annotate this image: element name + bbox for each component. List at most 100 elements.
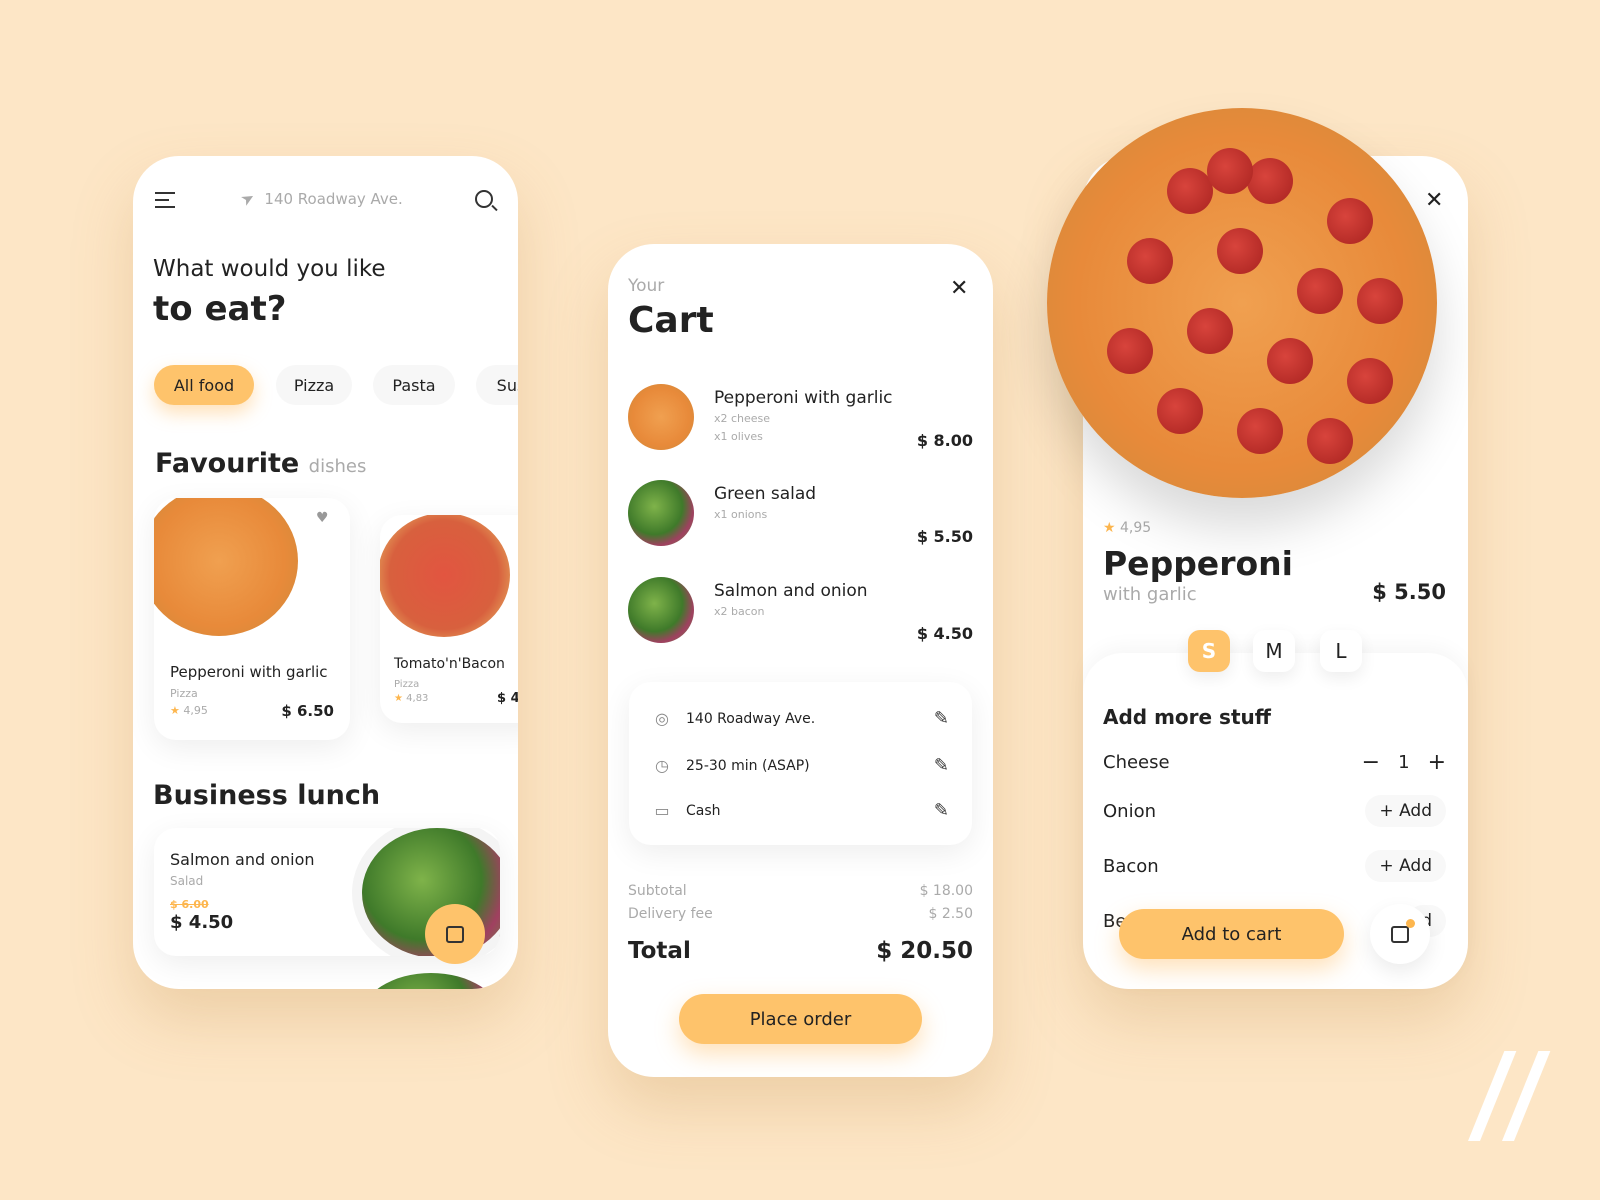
pepperoni-slice [1247,158,1293,204]
edit-icon[interactable]: ✎ [934,800,949,821]
pepperoni-slice [1187,308,1233,354]
star-icon: ★ [394,693,403,704]
size-s[interactable]: S [1188,630,1230,672]
cart-item-name: Salmon and onion [714,581,868,601]
chip-pizza[interactable]: Pizza [276,365,352,405]
delivery-label: Delivery fee [628,906,713,922]
address-row: ◎ 140 Roadway Ave. ✎ [652,708,949,729]
heart-icon[interactable]: ♥ [316,510,329,526]
dish-price: $ 4.50 [170,912,234,933]
close-icon[interactable]: ✕ [1425,188,1443,213]
rating: ★ 4,83 [394,693,429,704]
bag-icon [1391,918,1415,943]
extra-cheese: Cheese −1 + [1103,749,1446,775]
extra-bacon: Bacon + Add [1103,848,1446,884]
location-pin-icon: ◎ [655,709,669,728]
quantity: 1 [1398,751,1410,773]
item-image [628,384,694,450]
rating: ★ 4,95 [1103,520,1152,536]
dish-price: $ 6.50 [281,702,334,720]
subtotal-label: Subtotal [628,883,687,899]
pepperoni-slice [1347,358,1393,404]
cart-button[interactable] [1370,904,1430,964]
pepperoni-slice [1167,168,1213,214]
card-icon: ▭ [654,801,670,820]
total-label: Total [628,938,691,964]
add-to-cart-button[interactable]: Add to cart [1119,909,1344,959]
location[interactable]: ➤ 140 Roadway Ave. [237,187,403,210]
dish-title: Pepperoni [1103,544,1293,583]
dish-subtitle: with garlic [1103,584,1197,605]
payment-row: ▭ Cash ✎ [652,800,949,821]
home-screen: ➤ 140 Roadway Ave. What would you like t… [133,156,518,989]
bag-icon [446,925,464,943]
greeting: What would you like [153,256,386,282]
add-onion-button[interactable]: + Add [1365,795,1446,827]
delivery-value: $ 2.50 [928,906,973,922]
badge-dot [1406,918,1415,928]
minus-button[interactable]: − [1362,750,1380,775]
cart-item-name: Pepperoni with garlic [714,388,893,408]
chip-all-food[interactable]: All food [154,365,254,405]
star-icon: ★ [1103,520,1116,536]
cart-item-price: $ 8.00 [916,431,973,450]
dish-category: Salad [170,874,204,888]
cart-item-extra: x1 onions [714,508,768,521]
pizza-hero-image [1047,108,1437,498]
cart-item-extra: x2 bacon [714,605,765,618]
favourite-card[interactable]: ♥ Pepperoni with garlic Pizza ★ 4,95 $ 6… [154,498,350,740]
greeting-bold: to eat? [153,289,287,329]
pepperoni-slice [1267,338,1313,384]
pepperoni-slice [1107,328,1153,374]
pepperoni-slice [1357,278,1403,324]
item-image [628,577,694,643]
add-more-heading: Add more stuff [1103,705,1271,729]
business-lunch-heading: Business lunch [153,780,381,811]
edit-icon[interactable]: ✎ [934,755,949,776]
pepperoni-slice [1207,148,1253,194]
favourite-card[interactable]: Tomato'n'Bacon Pizza ★ 4,83 $ 4.2 [380,515,518,723]
size-l[interactable]: L [1320,630,1362,672]
cart-button[interactable] [425,904,485,964]
item-image [628,480,694,546]
plus-button[interactable]: + [1428,750,1446,775]
pepperoni-slice [1327,198,1373,244]
dish-price: $ 4.2 [497,691,518,706]
menu-icon[interactable] [155,192,175,208]
rating: ★ 4,95 [170,704,208,717]
cart-label: Your [628,276,665,296]
subtotal-value: $ 18.00 [919,883,973,899]
dish-name: Tomato'n'Bacon [394,656,505,672]
size-m[interactable]: M [1253,630,1295,672]
cart-screen: Your Cart ✕ Pepperoni with garlic x2 chee… [608,244,993,1077]
pizza-image [154,498,298,636]
cart-item-extra: x2 cheese [714,412,771,425]
chip-pasta[interactable]: Pasta [373,365,455,405]
dish-category: Pizza [170,687,198,700]
close-icon[interactable]: ✕ [950,276,968,301]
cart-title: Cart [628,300,714,341]
pepperoni-slice [1127,238,1173,284]
cart-item-name: Green salad [714,484,817,504]
cart-item-price: $ 4.50 [916,624,973,643]
favourite-heading: Favourite dishes [155,448,367,479]
chip-sushi[interactable]: Sus [476,365,518,405]
total-value: $ 20.50 [876,938,973,964]
pepperoni-slice [1237,408,1283,454]
pepperoni-slice [1217,228,1263,274]
old-price: $ 6.00 [170,898,209,911]
search-icon[interactable] [475,190,498,212]
dish-name: Salmon and onion [170,850,315,869]
clock-icon: ◷ [655,756,669,775]
dish-name: Pepperoni with garlic [170,663,328,681]
salad-image [361,973,501,989]
dish-price: $ 5.50 [1372,580,1446,604]
dish-category: Pizza [394,679,420,690]
edit-icon[interactable]: ✎ [934,708,949,729]
cart-item-extra: x1 olives [714,430,763,443]
extra-onion: Onion + Add [1103,793,1446,829]
pepperoni-slice [1157,388,1203,434]
add-bacon-button[interactable]: + Add [1365,850,1446,882]
place-order-button[interactable]: Place order [679,994,922,1044]
star-icon: ★ [170,704,180,717]
